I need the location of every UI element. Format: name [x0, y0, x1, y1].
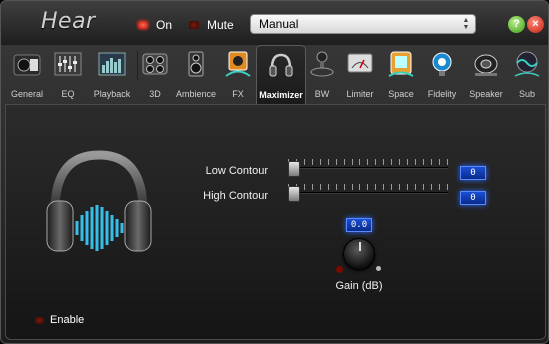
- speaker-disc-icon: [474, 54, 498, 76]
- tab-label: Sub: [518, 89, 535, 99]
- mute-toggle[interactable]: Mute: [189, 17, 234, 33]
- tab-label: Playback: [93, 89, 131, 99]
- tab-3d[interactable]: 3D: [139, 45, 171, 105]
- preset-value: Manual: [259, 17, 299, 31]
- gain-max-indicator: [376, 266, 381, 271]
- spinner-arrows-icon: ▲ ▼: [462, 17, 470, 31]
- gain-value: 0.0: [346, 218, 372, 232]
- headphones-illustration-icon: [46, 150, 152, 252]
- space-icon: [388, 51, 414, 77]
- tab-label: Speaker: [469, 89, 503, 99]
- high-contour-slider[interactable]: [288, 184, 448, 202]
- gain-label: Gain (dB): [335, 280, 383, 292]
- tab-divider: [137, 51, 138, 81]
- mute-led-icon: [189, 21, 199, 29]
- slider-ticks: [288, 159, 448, 165]
- enable-label: Enable: [50, 314, 85, 326]
- low-contour-thumb[interactable]: [288, 161, 300, 177]
- tab-maximizer[interactable]: Maximizer: [256, 45, 306, 105]
- tab-eq[interactable]: EQ: [49, 45, 87, 105]
- tab-label: General: [10, 89, 44, 99]
- title-bar: Hear On Mute Manual ▲ ▼ ? ×: [1, 1, 548, 45]
- tab-fx[interactable]: FX: [221, 45, 255, 105]
- app-logo: Hear: [41, 9, 96, 34]
- headphones-icon: [269, 53, 293, 77]
- tab-label: Fidelity: [427, 89, 457, 99]
- gain-knob[interactable]: [343, 238, 375, 270]
- tab-ambience[interactable]: Ambience: [173, 45, 219, 105]
- high-contour-value: 0: [460, 191, 486, 205]
- tab-label: Maximizer: [259, 90, 303, 100]
- tab-bw[interactable]: BW: [307, 45, 337, 105]
- enable-led-icon: [35, 316, 44, 324]
- high-contour-label: High Contour: [203, 190, 268, 202]
- knob-pointer: [359, 242, 361, 251]
- playback-bars-icon: [98, 52, 126, 76]
- meter-icon: [347, 53, 373, 73]
- eq-icon: [54, 52, 82, 76]
- slider-track: [288, 167, 448, 169]
- fx-icon: [225, 51, 251, 77]
- joystick-icon: [310, 51, 334, 77]
- tab-label: BW: [314, 89, 330, 99]
- low-contour-value: 0: [460, 166, 486, 180]
- ambience-speaker-icon: [188, 51, 204, 77]
- on-toggle[interactable]: On: [138, 17, 172, 33]
- help-button[interactable]: ?: [508, 16, 525, 33]
- tab-space[interactable]: Space: [383, 45, 419, 105]
- high-contour-thumb[interactable]: [288, 186, 300, 202]
- preset-select[interactable]: Manual ▲ ▼: [250, 14, 476, 34]
- sub-wave-icon: [514, 51, 540, 77]
- tab-bar: General EQ Playback 3D Ambience FX Maxim…: [5, 45, 546, 105]
- tab-label: Space: [388, 89, 414, 99]
- tab-fidelity[interactable]: Fidelity: [421, 45, 463, 105]
- tab-label: 3D: [149, 89, 161, 99]
- hear-window: Hear On Mute Manual ▲ ▼ ? × General EQ P…: [0, 0, 549, 344]
- enable-toggle[interactable]: Enable: [35, 314, 84, 326]
- tab-playback[interactable]: Playback: [89, 45, 135, 105]
- tab-limiter[interactable]: Limiter: [339, 45, 381, 105]
- slider-ticks: [288, 184, 448, 190]
- slider-track: [288, 192, 448, 194]
- on-led-icon: [138, 21, 148, 29]
- speaker-doc-icon: [13, 54, 41, 76]
- low-contour-label: Low Contour: [205, 165, 268, 177]
- tab-sub[interactable]: Sub: [509, 45, 545, 105]
- tab-speaker[interactable]: Speaker: [465, 45, 507, 105]
- speakers-3d-icon: [142, 53, 168, 75]
- tab-label: Limiter: [346, 89, 374, 99]
- fidelity-icon: [432, 52, 452, 76]
- low-contour-slider[interactable]: [288, 159, 448, 177]
- gain-min-indicator: [336, 266, 343, 273]
- close-button[interactable]: ×: [527, 16, 544, 33]
- tab-label: FX: [232, 89, 244, 99]
- tab-general[interactable]: General: [7, 45, 47, 105]
- tab-label: EQ: [61, 89, 75, 99]
- mute-label: Mute: [207, 18, 234, 32]
- on-label: On: [156, 18, 173, 32]
- tab-label: Ambience: [175, 89, 217, 99]
